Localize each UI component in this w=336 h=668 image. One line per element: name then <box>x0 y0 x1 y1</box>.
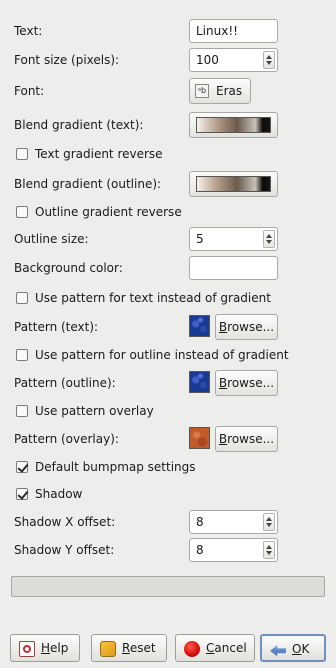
use-pattern-overlay-row[interactable]: Use pattern overlay <box>0 398 336 424</box>
help-label: Help <box>41 641 69 655</box>
font-size-row: Font size (pixels): 100 <box>0 47 336 73</box>
pattern-text-browse-button[interactable]: Browse... <box>215 314 278 340</box>
use-pattern-overlay-label: Use pattern overlay <box>35 404 154 418</box>
blend-text-gradient-button[interactable] <box>189 112 278 138</box>
use-pattern-outline-checkbox[interactable] <box>16 349 28 361</box>
blend-text-label: Blend gradient (text): <box>14 118 144 132</box>
default-bumpmap-checkbox[interactable] <box>16 461 28 473</box>
outline-grad-reverse-label: Outline gradient reverse <box>35 205 182 219</box>
use-pattern-outline-row[interactable]: Use pattern for outline instead of gradi… <box>0 342 336 368</box>
outline-size-label: Outline size: <box>14 232 89 246</box>
use-pattern-text-label: Use pattern for text instead of gradient <box>35 291 271 305</box>
font-size-label: Font size (pixels): <box>14 53 120 67</box>
font-size-value: 100 <box>196 53 219 67</box>
shadow-x-label: Shadow X offset: <box>14 515 116 529</box>
shadow-row[interactable]: Shadow <box>0 481 336 507</box>
help-button[interactable]: Help <box>10 634 80 662</box>
spin-arrows-icon[interactable] <box>263 230 275 248</box>
spin-arrows-icon[interactable] <box>263 513 275 531</box>
ok-label: OK <box>292 642 310 656</box>
pattern-outline-row: Pattern (outline): Browse... <box>0 370 336 396</box>
text-grad-reverse-checkbox[interactable] <box>16 148 28 160</box>
outline-size-value: 5 <box>196 232 204 246</box>
blend-outline-row: Blend gradient (outline): <box>0 171 336 197</box>
cancel-button[interactable]: Cancel <box>175 634 255 662</box>
cancel-icon <box>184 641 200 657</box>
pattern-overlay-label: Pattern (overlay): <box>14 432 119 446</box>
browse-label: Browse... <box>218 320 275 334</box>
reset-label: Reset <box>122 641 156 655</box>
pattern-outline-swatch[interactable] <box>189 371 210 393</box>
bg-color-label: Background color: <box>14 261 123 275</box>
shadow-x-value: 8 <box>196 515 204 529</box>
button-bar: Help Reset Cancel OK <box>0 634 336 662</box>
font-icon: ᵃb <box>195 84 209 98</box>
bg-color-button[interactable] <box>189 256 278 280</box>
default-bumpmap-label: Default bumpmap settings <box>35 460 196 474</box>
spin-arrows-icon[interactable] <box>263 541 275 559</box>
ok-icon <box>270 645 286 657</box>
shadow-checkbox[interactable] <box>16 488 28 500</box>
gradient-swatch <box>196 176 271 192</box>
pattern-text-swatch[interactable] <box>189 315 210 337</box>
script-fu-dialog: Text: Linux!! Font size (pixels): 100 Fo… <box>0 0 336 668</box>
outline-grad-reverse-row[interactable]: Outline gradient reverse <box>0 199 336 225</box>
text-row: Text: Linux!! <box>0 18 336 44</box>
shadow-y-value: 8 <box>196 543 204 557</box>
font-label: Font: <box>14 84 45 98</box>
progress-bar <box>11 576 325 597</box>
shadow-x-row: Shadow X offset: 8 <box>0 509 336 535</box>
pattern-overlay-browse-button[interactable]: Browse... <box>215 426 278 452</box>
ok-button[interactable]: OK <box>260 634 326 662</box>
pattern-overlay-swatch[interactable] <box>189 427 210 449</box>
outline-grad-reverse-checkbox[interactable] <box>16 206 28 218</box>
outline-size-row: Outline size: 5 <box>0 226 336 252</box>
shadow-y-spinner[interactable]: 8 <box>189 538 278 562</box>
shadow-label: Shadow <box>35 487 83 501</box>
cancel-label: Cancel <box>206 641 247 655</box>
pattern-outline-browse-button[interactable]: Browse... <box>215 370 278 396</box>
default-bumpmap-row[interactable]: Default bumpmap settings <box>0 454 336 480</box>
text-input[interactable]: Linux!! <box>189 19 278 43</box>
pattern-overlay-row: Pattern (overlay): Browse... <box>0 426 336 452</box>
shadow-y-label: Shadow Y offset: <box>14 543 115 557</box>
pattern-outline-label: Pattern (outline): <box>14 376 116 390</box>
pattern-text-label: Pattern (text): <box>14 320 99 334</box>
use-pattern-outline-label: Use pattern for outline instead of gradi… <box>35 348 289 362</box>
outline-size-spinner[interactable]: 5 <box>189 227 278 251</box>
reset-icon <box>100 641 116 657</box>
bg-color-row: Background color: <box>0 255 336 281</box>
pattern-text-row: Pattern (text): Browse... <box>0 314 336 340</box>
font-size-spinner[interactable]: 100 <box>189 48 278 72</box>
shadow-y-row: Shadow Y offset: 8 <box>0 537 336 563</box>
blend-outline-gradient-button[interactable] <box>189 171 278 197</box>
text-label: Text: <box>14 24 43 38</box>
gradient-swatch <box>196 117 271 133</box>
spin-arrows-icon[interactable] <box>263 51 275 69</box>
font-value: Eras <box>216 84 243 98</box>
use-pattern-text-checkbox[interactable] <box>16 292 28 304</box>
reset-button[interactable]: Reset <box>91 634 167 662</box>
use-pattern-overlay-checkbox[interactable] <box>16 405 28 417</box>
text-grad-reverse-row[interactable]: Text gradient reverse <box>0 141 336 167</box>
use-pattern-text-row[interactable]: Use pattern for text instead of gradient <box>0 285 336 311</box>
blend-text-row: Blend gradient (text): <box>0 112 336 138</box>
text-grad-reverse-label: Text gradient reverse <box>35 147 163 161</box>
help-icon <box>19 641 35 657</box>
font-select-button[interactable]: ᵃb Eras <box>189 78 251 104</box>
blend-outline-label: Blend gradient (outline): <box>14 177 162 191</box>
browse-label: Browse... <box>218 432 275 446</box>
shadow-x-spinner[interactable]: 8 <box>189 510 278 534</box>
font-row: Font: ᵃb Eras <box>0 78 336 104</box>
browse-label: Browse... <box>218 376 275 390</box>
